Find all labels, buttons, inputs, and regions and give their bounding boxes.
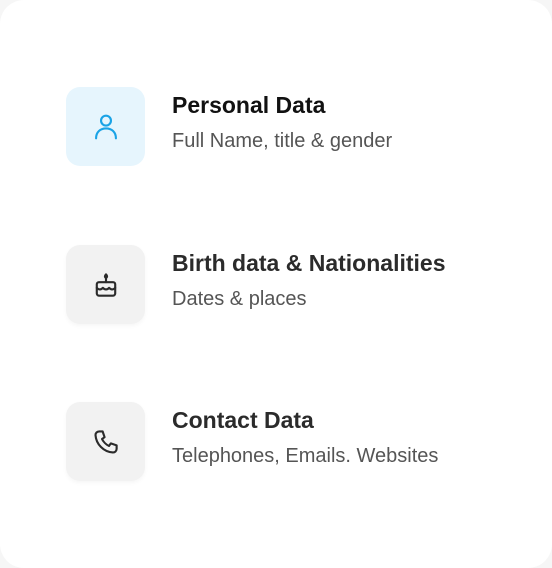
user-icon xyxy=(89,110,123,144)
personal-data-icon-box xyxy=(66,87,145,166)
contact-data-icon-box xyxy=(66,402,145,481)
contact-data-subtitle: Telephones, Emails. Websites xyxy=(172,445,439,467)
personal-data-text: Personal Data Full Name, title & gender xyxy=(172,87,392,153)
birth-data-icon-box xyxy=(66,245,145,324)
phone-icon xyxy=(89,425,123,459)
profile-sections-card: Personal Data Full Name, title & gender … xyxy=(0,0,552,568)
birthday-cake-icon xyxy=(89,268,123,302)
contact-data-text: Contact Data Telephones, Emails. Website… xyxy=(172,402,438,468)
personal-data-subtitle: Full Name, title & gender xyxy=(172,130,393,152)
menu-item-birth-data[interactable]: Birth data & Nationalities Dates & place… xyxy=(66,245,445,324)
birth-data-title: Birth data & Nationalities xyxy=(172,250,446,276)
birth-data-subtitle: Dates & places xyxy=(172,288,307,310)
menu-item-personal-data[interactable]: Personal Data Full Name, title & gender xyxy=(66,87,392,166)
birth-data-text: Birth data & Nationalities Dates & place… xyxy=(172,245,445,311)
personal-data-title: Personal Data xyxy=(172,92,326,118)
contact-data-title: Contact Data xyxy=(172,407,314,433)
menu-item-contact-data[interactable]: Contact Data Telephones, Emails. Website… xyxy=(66,402,438,481)
